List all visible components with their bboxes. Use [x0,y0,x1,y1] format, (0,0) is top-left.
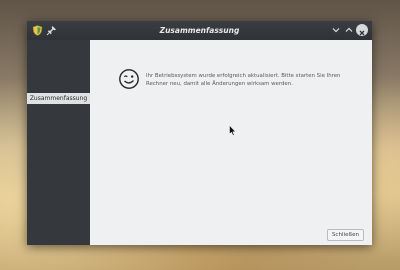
minimize-chevron-down-icon[interactable] [330,24,342,36]
pin-icon[interactable] [46,25,57,36]
sidebar-item-zusammenfassung[interactable]: Zusammenfassung [27,93,90,104]
close-icon [359,30,365,36]
smiley-wink-icon [119,69,139,89]
title-bar[interactable]: Zusammenfassung [27,21,372,40]
close-button[interactable]: Schließen [327,229,364,241]
mouse-pointer-icon [229,125,236,136]
app-shield-icon[interactable] [32,25,43,36]
content-panel: Ihr Betriebssystem wurde erfolgreich akt… [90,40,372,245]
window-title: Zusammenfassung [159,26,240,35]
maximize-chevron-up-icon[interactable] [343,24,355,36]
sidebar: Zusammenfassung [27,40,90,245]
status-message: Ihr Betriebssystem wurde erfolgreich akt… [146,73,341,87]
summary-window: Zusammenfassung Zusammenfassung Ihr Betr… [27,21,372,245]
close-window-button[interactable] [356,24,368,36]
